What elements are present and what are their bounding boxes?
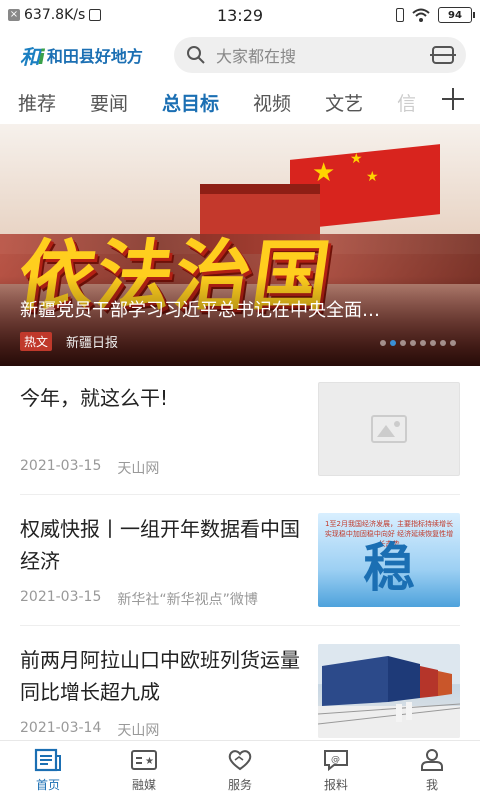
nav-item-service[interactable]: 服务 <box>192 741 288 800</box>
news-date: 2021-03-15 <box>20 589 102 605</box>
divider <box>20 625 460 626</box>
image-placeholder-icon <box>371 415 407 443</box>
carousel-dot[interactable] <box>400 340 406 346</box>
carousel-dot[interactable] <box>450 340 456 346</box>
battery-icon: 94 <box>438 7 475 23</box>
app-logo[interactable]: 和i 和田县好地方 <box>20 41 170 70</box>
logo-mark-icon: 和i <box>20 44 45 69</box>
tab-arts[interactable]: 文艺 <box>325 89 363 116</box>
svg-text:★: ★ <box>145 756 154 767</box>
carousel-indicator <box>380 340 456 346</box>
gallery-icon <box>89 9 102 21</box>
service-heart-icon <box>228 750 252 771</box>
app-header: 和i 和田县好地方 大家都在搜 <box>0 30 480 80</box>
tab-video[interactable]: 视频 <box>253 89 291 116</box>
news-item[interactable]: 今年，就这么干! 2021-03-15 天山网 <box>20 366 460 486</box>
search-icon <box>187 46 205 64</box>
flag-star: ★ <box>366 169 379 185</box>
user-icon <box>421 749 443 771</box>
search-bar[interactable]: 大家都在搜 <box>174 37 466 73</box>
news-title[interactable]: 权威快报丨一组开年数据看中国经济 <box>20 513 300 577</box>
nav-item-media[interactable]: ★ 融媒 <box>96 741 192 800</box>
wifi-icon <box>412 8 430 22</box>
report-chat-icon: @ <box>324 750 348 772</box>
news-thumbnail[interactable] <box>318 382 460 476</box>
scan-icon[interactable] <box>430 46 456 64</box>
tab-general-goal[interactable]: 总目标 <box>162 89 219 116</box>
notification-close-icon: × <box>8 9 20 21</box>
nav-label: 服务 <box>227 778 252 792</box>
freight-train-image <box>318 644 460 738</box>
news-item[interactable]: 前两月阿拉山口中欧班列货运量同比增长超九成 2021-03-14 天山网 <box>20 628 460 748</box>
carousel-dot[interactable] <box>440 340 446 346</box>
news-source: 天山网 <box>117 461 160 477</box>
nav-item-home[interactable]: 首页 <box>0 741 96 800</box>
svg-text:@: @ <box>331 755 340 765</box>
banner-source: 新疆日报 <box>66 336 119 351</box>
news-item[interactable]: 权威快报丨一组开年数据看中国经济 2021-03-15 新华社“新华视点”微博 … <box>20 497 460 617</box>
news-thumbnail[interactable]: 1至2月我国经济发展，主要指标持续增长 实现稳中加固稳中向好 经济延续恢复性增长… <box>318 513 460 607</box>
news-date: 2021-03-15 <box>20 458 102 474</box>
vibrate-icon <box>396 8 404 22</box>
tab-recommend[interactable]: 推荐 <box>18 89 56 116</box>
hot-tag-badge: 热文 <box>20 332 53 351</box>
nav-label: 首页 <box>35 778 60 792</box>
news-source: 新华社“新华视点”微博 <box>117 592 258 608</box>
news-meta: 2021-03-15 天山网 <box>20 458 159 478</box>
media-card-icon: ★ <box>131 750 157 770</box>
carousel-dot[interactable] <box>380 340 386 346</box>
thumbnail-big-character: 稳 <box>362 539 415 599</box>
news-title[interactable]: 前两月阿拉山口中欧班列货运量同比增长超九成 <box>20 644 300 708</box>
carousel-dot[interactable] <box>410 340 416 346</box>
carousel-dot[interactable] <box>430 340 436 346</box>
status-right: 94 <box>312 7 475 23</box>
banner-carousel[interactable]: ★ ★ ★ 依法治国 新疆党员干部学习习近平总书记在中央全面… 热文 新疆日报 <box>0 124 480 366</box>
news-meta: 2021-03-14 天山网 <box>20 720 159 740</box>
status-bar: × 637.8K/s 13:29 94 <box>0 0 480 30</box>
news-title[interactable]: 今年，就这么干! <box>20 382 300 414</box>
logo-text: 和田县好地方 <box>46 47 143 66</box>
banner-caption[interactable]: 新疆党员干部学习习近平总书记在中央全面… <box>20 296 450 322</box>
search-input[interactable]: 大家都在搜 <box>216 43 422 67</box>
flag-star: ★ <box>350 151 363 167</box>
nav-label: 融媒 <box>131 778 156 792</box>
status-left: × 637.8K/s <box>8 7 168 23</box>
tab-more-partial[interactable]: 信 <box>397 89 415 116</box>
tab-headlines[interactable]: 要闻 <box>90 89 128 116</box>
banner-meta: 热文 新疆日报 <box>20 332 118 351</box>
channel-tabs: 推荐 要闻 总目标 视频 文艺 信 <box>0 80 480 124</box>
news-date: 2021-03-14 <box>20 720 102 736</box>
carousel-dot[interactable] <box>420 340 426 346</box>
status-time: 13:29 <box>216 5 264 25</box>
nav-label: 我 <box>425 778 438 792</box>
home-news-icon <box>34 748 61 772</box>
nav-label: 报料 <box>323 778 348 792</box>
news-source: 天山网 <box>117 723 160 739</box>
nav-item-me[interactable]: 我 <box>384 741 480 800</box>
carousel-dot[interactable] <box>390 340 396 346</box>
news-meta: 2021-03-15 新华社“新华视点”微博 <box>20 589 258 609</box>
divider <box>20 494 460 495</box>
nav-item-report[interactable]: @ 报料 <box>288 741 384 800</box>
news-thumbnail[interactable] <box>318 644 460 738</box>
bottom-nav: 首页 ★ 融媒 服务 @ 报料 我 <box>0 740 480 800</box>
add-channel-icon[interactable] <box>442 88 464 110</box>
flag-star: ★ <box>312 158 336 188</box>
network-speed: 637.8K/s <box>24 7 86 23</box>
